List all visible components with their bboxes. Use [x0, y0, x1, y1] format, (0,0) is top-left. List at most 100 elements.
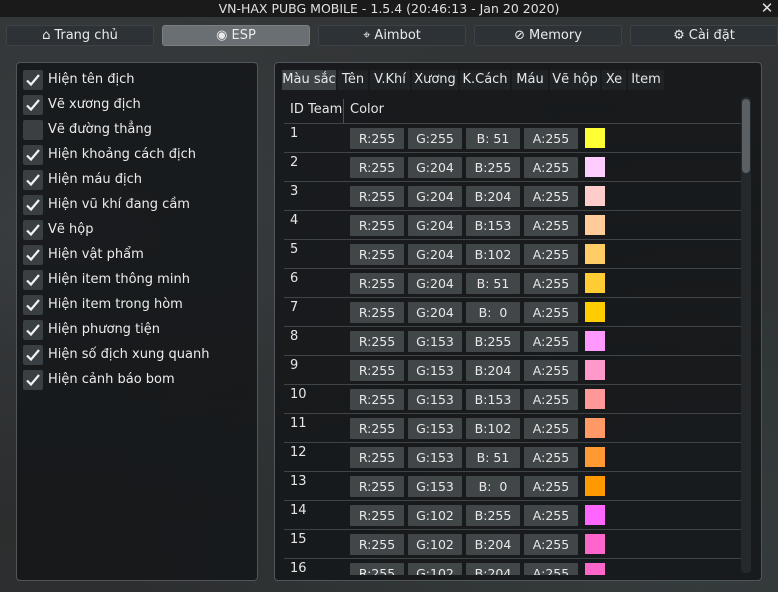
checkbox[interactable]	[23, 195, 43, 215]
channel-a-field[interactable]: A:255	[524, 302, 578, 323]
channel-g-field[interactable]: G:255	[408, 128, 462, 149]
option-row[interactable]: Vẽ xương địch	[23, 95, 251, 117]
channel-a-field[interactable]: A:255	[524, 128, 578, 149]
channel-r-field[interactable]: R:255	[350, 273, 404, 294]
channel-r-field[interactable]: R:255	[350, 128, 404, 149]
channel-b-field[interactable]: B:102	[466, 244, 520, 265]
subtab[interactable]: V.Khí	[370, 70, 410, 90]
color-swatch[interactable]	[585, 128, 605, 148]
channel-g-field[interactable]: G:204	[408, 302, 462, 323]
color-swatch[interactable]	[585, 331, 605, 351]
checkbox[interactable]	[23, 95, 43, 115]
color-swatch[interactable]	[585, 215, 605, 235]
subtab[interactable]: Máu	[512, 70, 548, 90]
channel-a-field[interactable]: A:255	[524, 505, 578, 526]
channel-a-field[interactable]: A:255	[524, 215, 578, 236]
color-swatch[interactable]	[585, 302, 605, 322]
channel-a-field[interactable]: A:255	[524, 360, 578, 381]
channel-a-field[interactable]: A:255	[524, 273, 578, 294]
channel-r-field[interactable]: R:255	[350, 215, 404, 236]
subtab[interactable]: K.Cách	[460, 70, 510, 90]
color-swatch[interactable]	[585, 505, 605, 525]
channel-b-field[interactable]: B: 51	[466, 273, 520, 294]
channel-r-field[interactable]: R:255	[350, 476, 404, 497]
tab-aimbot[interactable]: ⌖ Aimbot	[318, 25, 466, 46]
channel-b-field[interactable]: B:153	[466, 215, 520, 236]
option-row[interactable]: Hiện vật phẩm	[23, 245, 251, 267]
checkbox[interactable]	[23, 295, 43, 315]
checkbox[interactable]	[23, 120, 43, 140]
channel-r-field[interactable]: R:255	[350, 302, 404, 323]
channel-a-field[interactable]: A:255	[524, 389, 578, 410]
option-row[interactable]: Hiện item trong hòm	[23, 295, 251, 317]
channel-a-field[interactable]: A:255	[524, 563, 578, 575]
color-swatch[interactable]	[585, 563, 605, 575]
channel-a-field[interactable]: A:255	[524, 534, 578, 555]
checkbox[interactable]	[23, 245, 43, 265]
channel-b-field[interactable]: B:255	[466, 331, 520, 352]
scrollbar[interactable]	[741, 97, 751, 573]
channel-r-field[interactable]: R:255	[350, 447, 404, 468]
channel-g-field[interactable]: G:204	[408, 215, 462, 236]
checkbox[interactable]	[23, 170, 43, 190]
checkbox[interactable]	[23, 220, 43, 240]
channel-g-field[interactable]: G:153	[408, 360, 462, 381]
channel-g-field[interactable]: G:102	[408, 563, 462, 575]
channel-g-field[interactable]: G:204	[408, 273, 462, 294]
channel-g-field[interactable]: G:153	[408, 476, 462, 497]
channel-g-field[interactable]: G:153	[408, 389, 462, 410]
subtab[interactable]: Item	[628, 70, 664, 90]
option-row[interactable]: Hiện khoảng cách địch	[23, 145, 251, 167]
color-swatch[interactable]	[585, 186, 605, 206]
channel-b-field[interactable]: B:204	[466, 534, 520, 555]
channel-a-field[interactable]: A:255	[524, 447, 578, 468]
option-row[interactable]: Hiện tên địch	[23, 70, 251, 92]
channel-b-field[interactable]: B: 51	[466, 128, 520, 149]
option-row[interactable]: Hiện phương tiện	[23, 320, 251, 342]
close-icon[interactable]: ✕	[760, 0, 774, 17]
tab-home[interactable]: ⌂ Trang chủ	[6, 25, 154, 46]
channel-g-field[interactable]: G:153	[408, 331, 462, 352]
checkbox[interactable]	[23, 370, 43, 390]
option-row[interactable]: Hiện số địch xung quanh	[23, 345, 251, 367]
channel-b-field[interactable]: B:204	[466, 360, 520, 381]
channel-a-field[interactable]: A:255	[524, 418, 578, 439]
option-row[interactable]: Hiện vũ khí đang cầm	[23, 195, 251, 217]
channel-a-field[interactable]: A:255	[524, 186, 578, 207]
channel-g-field[interactable]: G:102	[408, 534, 462, 555]
subtab[interactable]: Màu sắc	[282, 70, 336, 90]
channel-b-field[interactable]: B: 0	[466, 302, 520, 323]
channel-a-field[interactable]: A:255	[524, 157, 578, 178]
option-row[interactable]: Hiện cảnh báo bom	[23, 370, 251, 392]
channel-b-field[interactable]: B:102	[466, 418, 520, 439]
channel-b-field[interactable]: B:255	[466, 505, 520, 526]
color-swatch[interactable]	[585, 273, 605, 293]
subtab[interactable]: Vẽ hộp	[550, 70, 600, 90]
checkbox[interactable]	[23, 145, 43, 165]
channel-b-field[interactable]: B:153	[466, 389, 520, 410]
option-row[interactable]: Hiện máu địch	[23, 170, 251, 192]
channel-g-field[interactable]: G:204	[408, 244, 462, 265]
color-swatch[interactable]	[585, 157, 605, 177]
color-swatch[interactable]	[585, 244, 605, 264]
channel-b-field[interactable]: B:204	[466, 563, 520, 575]
color-swatch[interactable]	[585, 360, 605, 380]
channel-g-field[interactable]: G:153	[408, 418, 462, 439]
channel-g-field[interactable]: G:102	[408, 505, 462, 526]
option-row[interactable]: Hiện item thông minh	[23, 270, 251, 292]
channel-r-field[interactable]: R:255	[350, 534, 404, 555]
tab-esp[interactable]: ◉ ESP	[162, 25, 310, 46]
channel-g-field[interactable]: G:204	[408, 157, 462, 178]
channel-b-field[interactable]: B:255	[466, 157, 520, 178]
checkbox[interactable]	[23, 270, 43, 290]
channel-a-field[interactable]: A:255	[524, 244, 578, 265]
checkbox[interactable]	[23, 345, 43, 365]
channel-r-field[interactable]: R:255	[350, 360, 404, 381]
option-row[interactable]: Vẽ hộp	[23, 220, 251, 242]
channel-g-field[interactable]: G:204	[408, 186, 462, 207]
subtab[interactable]: Xe	[602, 70, 626, 90]
channel-r-field[interactable]: R:255	[350, 418, 404, 439]
channel-r-field[interactable]: R:255	[350, 563, 404, 575]
color-swatch[interactable]	[585, 447, 605, 467]
color-swatch[interactable]	[585, 476, 605, 496]
